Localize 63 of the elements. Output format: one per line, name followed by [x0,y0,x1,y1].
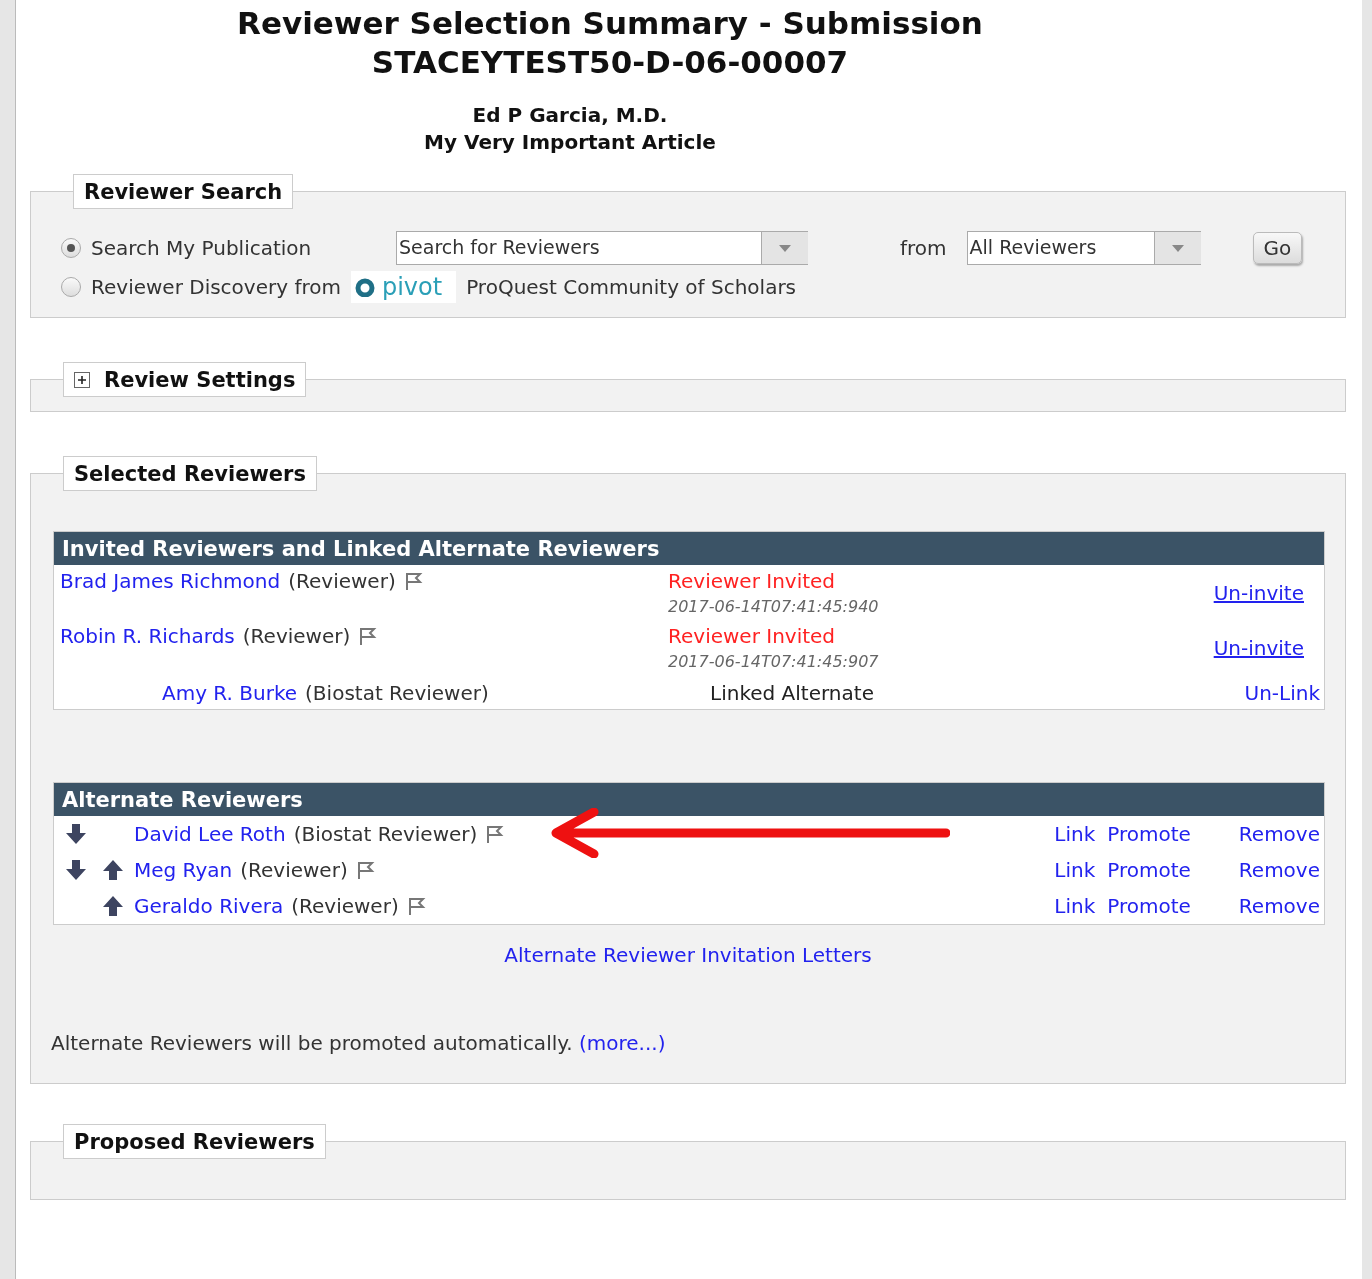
reviewer-role: (Biostat Reviewer) [293,822,478,846]
expand-icon[interactable] [74,372,90,388]
reviewer-query-select[interactable]: Search for Reviewers [396,231,808,265]
reviewer-status: Linked Alternate [709,681,875,705]
reviewer-name-link[interactable]: Brad James Richmond [60,569,281,593]
promote-link[interactable]: Promote [1107,858,1191,882]
pivot-logo: pivot [350,271,457,303]
option-label: Search My Publication [91,236,312,260]
uninvite-link[interactable]: Un-invite [1213,580,1304,605]
go-button[interactable]: Go [1252,232,1303,264]
uninvite-link[interactable]: Un-invite [1213,635,1304,660]
table-header: Invited Reviewers and Linked Alternate Reviewers [54,532,1324,565]
up-arrow-icon[interactable] [102,895,124,917]
invitation-timestamp: 2017-06-14T07:41:45:907 [668,652,880,671]
option-label: Reviewer Discovery from [91,275,341,299]
promote-link[interactable]: Promote [1107,894,1191,918]
section-heading: Proposed Reviewers [63,1124,326,1159]
reviewer-name-link[interactable]: David Lee Roth [134,822,286,846]
table-header: Alternate Reviewers [54,783,1324,816]
reviewer-role: (Reviewer) [291,894,399,918]
down-arrow-icon[interactable] [65,859,87,881]
section-heading[interactable]: Review Settings [63,362,307,397]
promote-link[interactable]: Promote [1107,822,1191,846]
reviewer-name-link[interactable]: Robin R. Richards [60,624,235,648]
reviewer-name-link[interactable]: Amy R. Burke [162,681,298,705]
reviewer-status: Reviewer Invited [668,569,837,593]
caret-icon [779,244,791,252]
reviewer-role: (Reviewer) [288,569,396,593]
link-action[interactable]: Link [1054,822,1096,846]
section-heading: Selected Reviewers [63,456,317,491]
down-arrow-icon[interactable] [65,823,87,845]
reviewer-name-link[interactable]: Geraldo Rivera [134,894,284,918]
source-select[interactable]: All Reviewers [966,231,1201,265]
from-label: from [900,236,947,260]
up-arrow-icon[interactable] [102,859,124,881]
radio-button[interactable] [61,238,81,258]
reviewer-role: (Biostat Reviewer) [305,681,489,705]
flag-icon[interactable] [485,824,506,844]
flag-icon[interactable] [406,896,427,916]
reviewer-status: Reviewer Invited [668,624,837,648]
invitation-letters-link[interactable]: Alternate Reviewer Invitation Letters [504,943,872,967]
reviewer-role: (Reviewer) [242,624,351,648]
remove-link[interactable]: Remove [1238,822,1320,846]
promotion-note: Alternate Reviewers will be promoted automatically. [51,1031,573,1055]
caret-icon [1171,244,1184,252]
reviewer-role: (Reviewer) [240,858,348,882]
section-heading: Reviewer Search [73,174,294,209]
unlink-link[interactable]: Un-Link [1244,681,1320,705]
more-link[interactable]: (more...) [578,1031,666,1055]
flag-icon[interactable] [355,860,376,880]
article-title: My Very Important Article [423,129,717,156]
flag-icon[interactable] [403,571,424,591]
page-title: Reviewer Selection Summary - Submission STACEYTEST50-D-06-00007 [236,4,984,82]
author-name: Ed P Garcia, M.D. [471,102,669,129]
link-action[interactable]: Link [1054,894,1096,918]
remove-link[interactable]: Remove [1238,894,1320,918]
remove-link[interactable]: Remove [1238,858,1320,882]
option-label: ProQuest Community of Scholars [466,275,797,299]
flag-icon[interactable] [358,626,379,646]
invitation-timestamp: 2017-06-14T07:41:45:940 [668,597,880,616]
link-action[interactable]: Link [1054,858,1096,882]
radio-button[interactable] [61,277,81,297]
reviewer-name-link[interactable]: Meg Ryan [134,858,233,882]
